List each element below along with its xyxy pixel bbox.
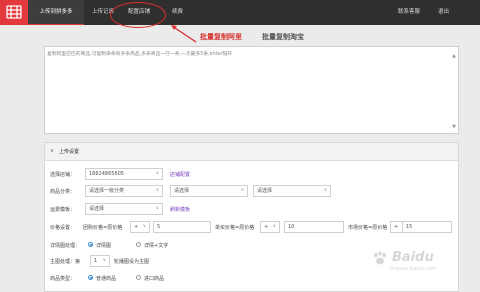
- detail-image-radio[interactable]: [88, 242, 93, 247]
- freight-template-select[interactable]: 请选择 ∨: [85, 203, 163, 215]
- main-image-index-select[interactable]: 1 ∨: [90, 255, 110, 267]
- category-level1-select[interactable]: 请选择一级分类 ∨: [85, 185, 163, 197]
- freight-row: 运费模板： 请选择 ∨ 刷新模板: [50, 203, 455, 217]
- category-level3-value: 请选择: [257, 188, 273, 194]
- market-price-input[interactable]: 15: [402, 221, 452, 233]
- tab-copy-taobao[interactable]: 批量复制淘宝: [262, 32, 304, 42]
- category-row: 商品分类： 请选择一级分类 ∨ 请选择 ∨ 请选择 ∨: [50, 185, 455, 199]
- freight-label: 运费模板：: [50, 207, 76, 213]
- category-level2-value: 请选择: [174, 188, 190, 194]
- shop-row: 选择店铺： 18624865605 ∨ 店铺配置: [50, 168, 455, 182]
- watermark-brand: Baidu: [392, 250, 434, 265]
- normal-goods-option-label: 普通商品: [96, 276, 117, 282]
- single-price-text: 单买价格=原价格: [215, 225, 255, 231]
- scroll-down-arrow-icon[interactable]: ▼: [452, 124, 456, 130]
- panel-title: 上传设置: [59, 149, 80, 155]
- group-price-text: 团购价格=原价格: [83, 225, 123, 231]
- chevron-down-icon: ∨: [155, 206, 159, 211]
- group-price-input[interactable]: 5: [153, 221, 211, 233]
- chevron-down-icon: ∨: [272, 224, 276, 229]
- scroll-up-arrow-icon[interactable]: ▲: [452, 53, 456, 59]
- detail-text-radio[interactable]: [136, 242, 141, 247]
- shop-select-value: 18624865605: [89, 171, 124, 177]
- chevron-down-icon: ∨: [155, 171, 159, 176]
- category-label: 商品分类：: [50, 189, 76, 195]
- product-url-textarea[interactable]: 复制阿里巴巴的商品,可复制单条和多条商品,多条商品一行一条,一次最多5条,ent…: [44, 46, 459, 134]
- chevron-down-icon: ∨: [155, 188, 159, 193]
- category-level1-value: 请选择一级分类: [89, 188, 125, 194]
- chevron-down-icon: ∨: [142, 224, 146, 229]
- baidu-jingyan-watermark: Baidu jingyan.baidu.com: [372, 248, 472, 278]
- detail-text-option-label: 详情+文字: [144, 243, 169, 249]
- goods-type-label: 商品类型：: [50, 276, 76, 282]
- price-row: 价格设置： 团购价格=原价格 + ∨ 5 单买价格=原价格 + ∨ 10 市场价…: [50, 221, 455, 235]
- group-price-value: 5: [157, 224, 161, 230]
- group-price-operator: +: [134, 224, 139, 230]
- import-goods-option-label: 进口商品: [144, 276, 165, 282]
- main-image-label: 主图处理：第: [50, 259, 81, 265]
- single-price-operator-select[interactable]: + ∨: [260, 221, 280, 233]
- chevron-down-icon: ∨: [323, 188, 327, 193]
- single-price-operator: +: [264, 224, 269, 230]
- watermark-site: jingyan.baidu.com: [390, 266, 437, 272]
- detail-image-option-label: 详情图: [96, 243, 112, 249]
- tab-copy-alibaba[interactable]: 批量复制阿里: [200, 32, 242, 42]
- panel-header[interactable]: ∨ 上传设置: [45, 143, 458, 161]
- paw-icon: [374, 251, 386, 265]
- price-label: 价格设置：: [50, 225, 76, 231]
- single-price-input[interactable]: 10: [284, 221, 344, 233]
- import-goods-radio[interactable]: [136, 275, 141, 280]
- group-price-operator-select[interactable]: + ∨: [130, 221, 150, 233]
- chevron-down-icon: ∨: [240, 188, 244, 193]
- shop-config-link[interactable]: 店铺配置: [170, 171, 190, 178]
- freight-select-value: 请选择: [89, 206, 105, 212]
- chevron-down-icon: ∨: [102, 258, 106, 263]
- shop-select[interactable]: 18624865605 ∨: [85, 168, 163, 180]
- refresh-template-link[interactable]: 刷新模板: [170, 206, 190, 213]
- normal-goods-radio[interactable]: [88, 275, 93, 280]
- main-image-index-value: 1: [94, 258, 98, 264]
- market-price-value: 15: [406, 224, 413, 230]
- detail-image-label: 详情图处理：: [50, 243, 81, 249]
- category-level2-select[interactable]: 请选择 ∨: [170, 185, 248, 197]
- textarea-placeholder: 复制阿里巴巴的商品,可复制单条和多条商品,多条商品一行一条,一次最多5条,ent…: [47, 52, 233, 57]
- shop-label: 选择店铺：: [50, 172, 76, 178]
- main-image-suffix: 轮播图设为主图: [114, 259, 150, 265]
- market-price-operator: +: [394, 224, 399, 230]
- category-level3-select[interactable]: 请选择 ∨: [253, 185, 331, 197]
- market-price-text: 市场价格=原价格: [348, 225, 388, 231]
- chevron-down-icon[interactable]: ∨: [50, 148, 54, 154]
- single-price-value: 10: [288, 224, 295, 230]
